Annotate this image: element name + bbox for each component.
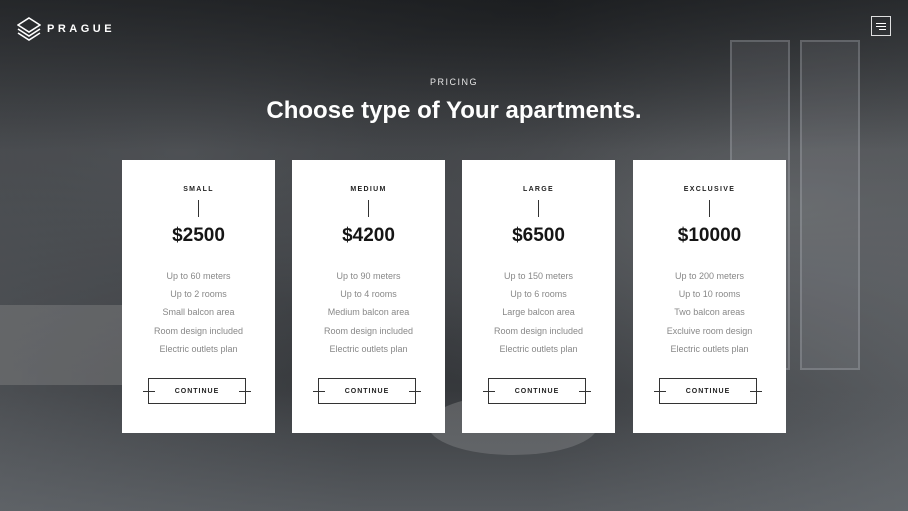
feature-item: Up to 150 meters — [503, 271, 574, 281]
feature-item: Room design included — [493, 325, 584, 336]
plan-price: $6500 — [512, 225, 565, 246]
feature-item: Small balcon area — [162, 307, 235, 318]
section-eyebrow: PRICING — [429, 77, 478, 87]
plan-name: LARGE — [523, 186, 554, 193]
hamburger-menu-icon[interactable] — [871, 16, 891, 36]
feature-item: Electric outlets plan — [499, 343, 578, 354]
feature-item: Up to 200 meters — [674, 271, 745, 281]
stacked-diamond-logo-icon — [17, 17, 41, 41]
brand-logo[interactable]: PRAGUE — [17, 17, 115, 41]
feature-item: Medium balcon area — [327, 307, 410, 318]
plan-name: SMALL — [183, 186, 214, 193]
plan-name: MEDIUM — [350, 186, 387, 193]
background-window — [800, 40, 860, 370]
feature-item: Up to 10 rooms — [678, 289, 741, 300]
continue-button[interactable]: CONTINUE — [483, 378, 591, 404]
feature-list: Up to 90 meters Up to 4 rooms Medium bal… — [292, 267, 445, 358]
brand-name: PRAGUE — [47, 23, 116, 35]
pricing-card-medium: MEDIUM $4200 Up to 90 meters Up to 4 roo… — [292, 160, 445, 433]
feature-list: Up to 200 meters Up to 10 rooms Two balc… — [633, 267, 786, 358]
feature-item: Up to 2 rooms — [170, 289, 227, 300]
pricing-card-large: LARGE $6500 Up to 150 meters Up to 6 roo… — [462, 160, 615, 433]
plan-price: $10000 — [677, 225, 742, 246]
divider — [709, 200, 710, 217]
pricing-card-small: SMALL $2500 Up to 60 meters Up to 2 room… — [122, 160, 275, 433]
background-counter — [0, 305, 125, 385]
page-title: Choose type of Your apartments. — [266, 97, 642, 124]
continue-button[interactable]: CONTINUE — [313, 378, 421, 404]
pricing-card-exclusive: EXCLUSIVE $10000 Up to 200 meters Up to … — [633, 160, 786, 433]
plan-price: $4200 — [342, 225, 395, 246]
feature-item: Electric outlets plan — [670, 343, 749, 354]
feature-item: Up to 4 rooms — [340, 289, 397, 300]
continue-button[interactable]: CONTINUE — [143, 378, 251, 404]
divider — [368, 200, 369, 217]
feature-list: Up to 150 meters Up to 6 rooms Large bal… — [462, 267, 615, 358]
feature-item: Room design included — [153, 325, 244, 336]
divider — [198, 200, 199, 217]
feature-item: Electric outlets plan — [159, 343, 238, 354]
feature-list: Up to 60 meters Up to 2 rooms Small balc… — [122, 267, 275, 358]
plan-price: $2500 — [172, 225, 225, 246]
feature-item: Electric outlets plan — [329, 343, 408, 354]
feature-item: Excluive room design — [666, 325, 753, 336]
feature-item: Room design included — [323, 325, 414, 336]
divider — [538, 200, 539, 217]
feature-item: Two balcon areas — [674, 307, 745, 318]
feature-item: Up to 60 meters — [166, 271, 231, 281]
continue-button[interactable]: CONTINUE — [654, 378, 762, 404]
feature-item: Up to 90 meters — [336, 271, 401, 281]
feature-item: Up to 6 rooms — [510, 289, 567, 300]
plan-name: EXCLUSIVE — [683, 186, 736, 193]
feature-item: Large balcon area — [502, 307, 575, 318]
